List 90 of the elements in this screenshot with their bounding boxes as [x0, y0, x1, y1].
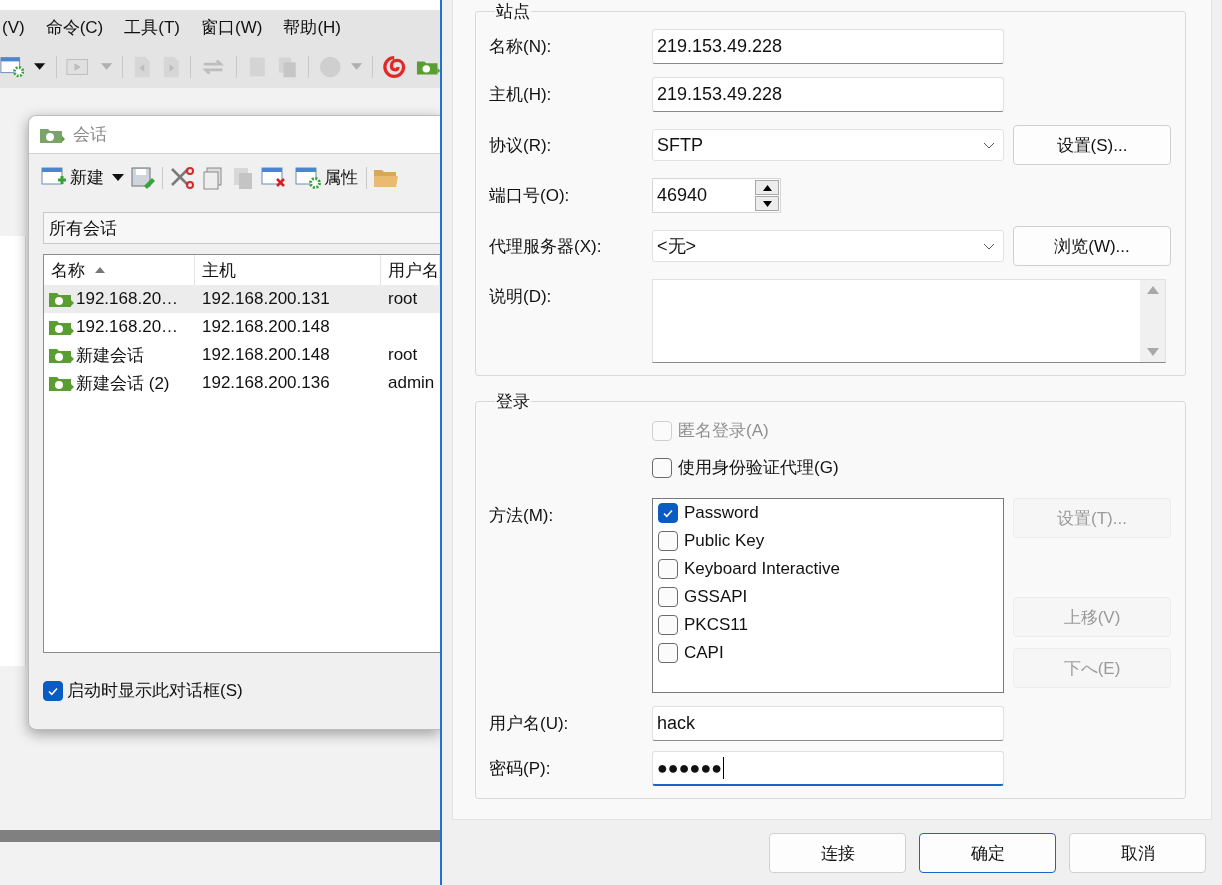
- field-label: 主机(H):: [489, 84, 553, 106]
- checkbox[interactable]: [658, 531, 678, 551]
- port-spinner[interactable]: 46940: [652, 178, 781, 213]
- checkbox-label: 启动时显示此对话框(S): [67, 680, 243, 702]
- checkbox[interactable]: [652, 457, 672, 478]
- method-label: PKCS11: [684, 615, 748, 635]
- session-name: 192.168.20…: [76, 289, 179, 309]
- field-label: 名称(N):: [489, 36, 553, 58]
- session-name: 192.168.20…: [76, 317, 179, 337]
- folder-path: 所有会话: [43, 212, 440, 244]
- checkbox[interactable]: [658, 615, 678, 635]
- dialog-button[interactable]: 取消: [1069, 833, 1206, 873]
- session-folder-icon: [48, 346, 74, 364]
- method-label: Public Key: [684, 531, 765, 551]
- menu-item[interactable]: (V): [2, 17, 25, 38]
- cut-icon[interactable]: [169, 165, 195, 190]
- session-name: 新建会话: [76, 344, 144, 367]
- dropdown-caret-icon: [112, 174, 124, 181]
- field-label: 密码(P):: [489, 758, 552, 780]
- sort-arrow-icon: [95, 267, 105, 273]
- up-arrow-icon[interactable]: [762, 184, 772, 191]
- copy-icon[interactable]: [201, 165, 225, 190]
- dropdown-caret-icon: [351, 63, 363, 70]
- menu-item[interactable]: 帮助(H): [283, 16, 341, 39]
- dropdown-caret-icon: [100, 63, 112, 70]
- scroll-up-icon[interactable]: [1146, 286, 1159, 294]
- session-folder-icon: [48, 374, 74, 392]
- checkbox[interactable]: [658, 559, 678, 579]
- session-user: root: [387, 289, 419, 309]
- spiral-icon[interactable]: [383, 54, 406, 79]
- session-folder-icon: [48, 318, 74, 336]
- checkbox[interactable]: [43, 680, 63, 701]
- session-host: 192.168.200.136: [201, 373, 331, 393]
- password-field[interactable]: ●●●●●●: [652, 751, 1004, 786]
- session-user: root: [387, 345, 419, 365]
- properties-icon: [295, 165, 321, 190]
- proxy-select[interactable]: <无>: [652, 230, 1004, 262]
- dialog-button[interactable]: 连接: [769, 833, 906, 873]
- play-icon[interactable]: [66, 56, 91, 77]
- field-label: 端口号(O):: [489, 185, 571, 207]
- session-row[interactable]: 新建会话 192.168.200.148 root: [44, 341, 440, 369]
- session-host: 192.168.200.131: [201, 289, 331, 309]
- settings-button[interactable]: 设置(S)...: [1013, 125, 1171, 165]
- session-row[interactable]: 192.168.20… 192.168.200.148: [44, 313, 440, 341]
- document-left-icon[interactable]: [132, 54, 152, 79]
- field-label: 协议(R):: [489, 134, 553, 157]
- session-host: 192.168.200.148: [201, 345, 331, 365]
- dropdown-caret-icon: [34, 63, 46, 70]
- dialog-title: 会话: [73, 124, 107, 146]
- session-folder-icon: [48, 290, 74, 308]
- scroll-down-icon[interactable]: [1146, 348, 1159, 356]
- new-session-button[interactable]: 新建: [39, 163, 106, 192]
- browse-button[interactable]: 浏览(W)...: [1013, 226, 1171, 266]
- checkbox[interactable]: [658, 643, 678, 663]
- menu-item[interactable]: 命令(C): [45, 16, 104, 39]
- field-label: 用户名(U):: [489, 713, 570, 735]
- down-arrow-icon[interactable]: [762, 200, 772, 207]
- paste-icon[interactable]: [231, 165, 255, 190]
- checkbox[interactable]: [658, 503, 678, 523]
- group-title: 站点: [495, 1, 531, 23]
- save-icon[interactable]: [130, 165, 156, 190]
- menu-item[interactable]: 工具(T): [124, 16, 180, 39]
- chevron-down-icon: [983, 141, 995, 149]
- chevron-down-icon: [983, 242, 995, 250]
- method-label: GSSAPI: [684, 587, 748, 607]
- checkbox-label: 使用身份验证代理(G): [678, 457, 839, 479]
- protocol-select[interactable]: SFTP: [652, 129, 1004, 161]
- input-field[interactable]: 219.153.49.228: [652, 29, 1004, 64]
- menu-item[interactable]: 窗口(W): [201, 16, 263, 39]
- input-field[interactable]: hack: [652, 706, 1004, 741]
- field-label: 方法(M):: [489, 505, 555, 527]
- checkbox-label: 匿名登录(A): [678, 420, 769, 442]
- method-label: CAPI: [684, 643, 724, 663]
- input-field[interactable]: 219.153.49.228: [652, 77, 1004, 112]
- method-label: Password: [684, 503, 759, 523]
- properties-button[interactable]: 属性: [293, 163, 360, 192]
- field-label: 说明(D):: [489, 286, 553, 308]
- description-field[interactable]: [652, 279, 1166, 363]
- window-settings-icon: [0, 54, 25, 79]
- group-title: 登录: [495, 391, 531, 413]
- session-host: 192.168.200.148: [201, 317, 331, 337]
- session-row[interactable]: 新建会话 (2) 192.168.200.136 admin: [44, 369, 440, 397]
- field-label: 代理服务器(X):: [489, 235, 603, 258]
- session-row[interactable]: 192.168.20… 192.168.200.131 root: [44, 285, 440, 313]
- dialog-button[interactable]: 确定: [919, 833, 1056, 873]
- document-right-icon[interactable]: [161, 54, 181, 79]
- session-user: admin: [387, 373, 436, 393]
- checkbox[interactable]: [658, 587, 678, 607]
- method-label: Keyboard Interactive: [684, 559, 840, 579]
- session-name: 新建会话 (2): [76, 372, 170, 395]
